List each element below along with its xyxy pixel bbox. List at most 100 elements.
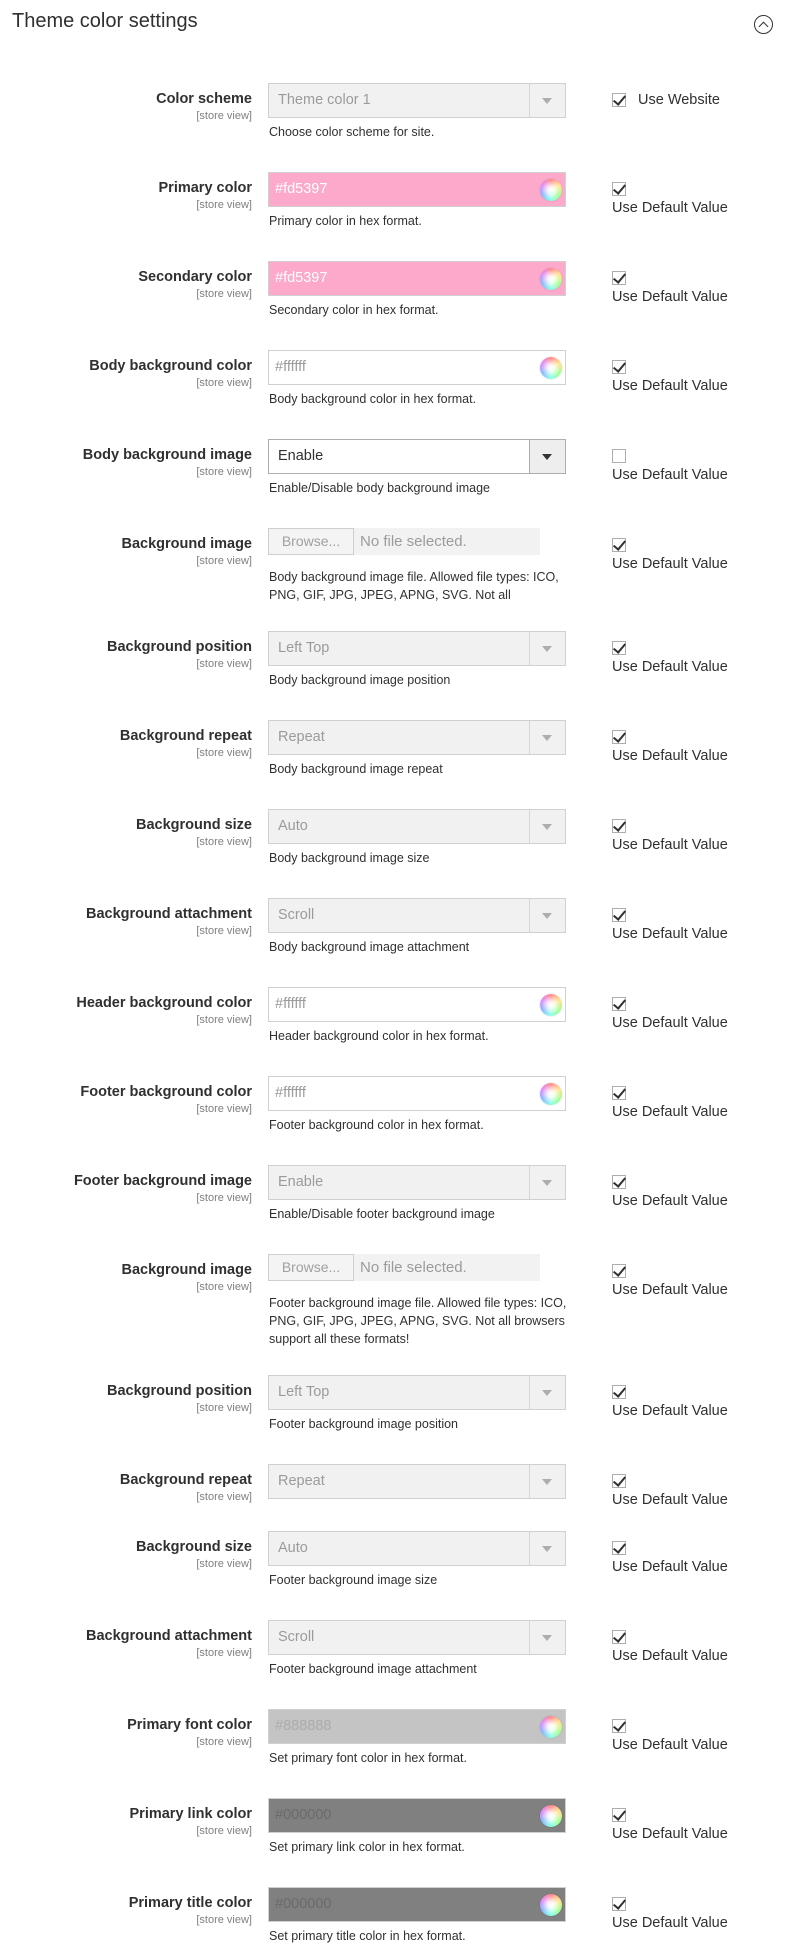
color-picker-icon[interactable] [540,1083,562,1105]
color-value: #fd5397 [275,181,328,197]
color-picker-icon[interactable] [540,1894,562,1916]
checkbox[interactable] [612,908,626,922]
checkbox[interactable] [612,449,626,463]
color-picker-icon[interactable] [540,994,562,1016]
scope-label: [store view] [196,110,252,122]
chevron-down-icon [529,810,565,843]
background-repeat-select[interactable]: Repeat [268,1464,566,1499]
checkbox-label: Use Default Value [612,289,728,305]
chevron-down-icon [529,1166,565,1199]
background-position-select[interactable]: Left Top [268,631,566,666]
field-note: Secondary color in hex format. [269,303,439,317]
color-value: #888888 [275,1718,332,1734]
checkbox[interactable] [612,1630,626,1644]
primary-color-input[interactable]: #fd5397 [268,172,566,207]
checkbox[interactable] [612,1385,626,1399]
body-background-color-input[interactable]: #ffffff [268,350,566,385]
select-value: Enable [278,448,324,464]
checkbox[interactable] [612,819,626,833]
field-label: Background repeat [119,728,252,744]
checkbox-label: Use Default Value [612,200,728,216]
checkbox[interactable] [612,271,626,285]
color-picker-icon[interactable] [540,268,562,290]
secondary-color-input[interactable]: #fd5397 [268,261,566,296]
field-label: Background attachment [86,906,252,922]
chevron-down-icon [529,1532,565,1565]
color-value: #000000 [275,1896,332,1912]
background-repeat-select[interactable]: Repeat [268,720,566,755]
color-picker-icon[interactable] [540,179,562,201]
section-title: Theme color settings [12,10,198,32]
primary-link-color-input[interactable]: #000000 [268,1798,566,1833]
footer-background-color-input[interactable]: #ffffff [268,1076,566,1111]
field-note: Set primary font color in hex format. [269,1751,467,1765]
checkbox[interactable] [612,1175,626,1189]
scope-label: [store view] [196,1103,252,1115]
scope-label: [store view] [196,925,252,937]
field-note: Footer background image position [269,1417,459,1431]
checkbox[interactable] [612,1474,626,1488]
checkbox[interactable] [612,182,626,196]
collapse-chevron-icon[interactable] [754,15,773,34]
background-attachment-select[interactable]: Scroll [268,1620,566,1655]
field-label: Background size [135,817,252,833]
scope-label: [store view] [196,658,252,670]
field-note: Body background color in hex format. [269,392,477,406]
select-value: Scroll [278,1629,315,1645]
scope-label: [store view] [196,1914,252,1926]
file-status: No file selected. [360,533,467,550]
checkbox[interactable] [612,1086,626,1100]
checkbox[interactable] [612,730,626,744]
background-position-select[interactable]: Left Top [268,1375,566,1410]
field-label: Body background color [89,358,252,374]
checkbox[interactable] [612,1719,626,1733]
field-note: Body background image repeat [269,762,443,776]
field-note: Body background image file. Allowed file… [269,570,559,602]
background-image-file-input[interactable]: Browse... No file selected. [268,1254,540,1281]
chevron-down-icon [529,84,565,117]
field-note: Body background image position [269,673,451,687]
scope-label: [store view] [196,466,252,478]
color-picker-icon[interactable] [540,357,562,379]
section-header[interactable]: Theme color settings [0,0,790,50]
field-label: Footer background color [80,1084,252,1100]
scope-label: [store view] [196,1825,252,1837]
checkbox[interactable] [612,538,626,552]
checkbox[interactable] [612,1264,626,1278]
footer-background-image-select[interactable]: Enable [268,1165,566,1200]
color-value: #fd5397 [275,270,328,286]
checkbox[interactable] [612,641,626,655]
checkbox[interactable] [612,93,626,107]
field-note: Footer background image file. Allowed fi… [269,1296,567,1346]
field-label: Primary color [158,180,253,196]
field-note: Body background image attachment [269,940,470,954]
background-image-file-input[interactable]: Browse... No file selected. [268,528,540,555]
primary-font-color-input[interactable]: #888888 [268,1709,566,1744]
checkbox-label: Use Default Value [612,1648,728,1664]
color-scheme-select[interactable]: Theme color 1 [268,83,566,118]
checkbox[interactable] [612,1808,626,1822]
color-picker-icon[interactable] [540,1805,562,1827]
header-background-color-input[interactable]: #ffffff [268,987,566,1022]
scope-label: [store view] [196,1491,252,1503]
select-value: Auto [278,1540,308,1556]
checkbox[interactable] [612,997,626,1011]
primary-title-color-input[interactable]: #000000 [268,1887,566,1922]
checkbox-label: Use Default Value [612,1104,728,1120]
field-note: Set primary link color in hex format. [269,1840,465,1854]
body-background-image-select[interactable]: Enable [268,439,566,474]
background-size-select[interactable]: Auto [268,1531,566,1566]
field-note: Footer background image attachment [269,1662,477,1676]
background-attachment-select[interactable]: Scroll [268,898,566,933]
background-size-select[interactable]: Auto [268,809,566,844]
browse-button[interactable]: Browse... [268,1254,354,1281]
checkbox-label: Use Default Value [612,926,728,942]
browse-button[interactable]: Browse... [268,528,354,555]
checkbox-label: Use Default Value [612,1282,728,1298]
checkbox[interactable] [612,1897,626,1911]
chevron-down-icon [529,1376,565,1409]
color-picker-icon[interactable] [540,1716,562,1738]
checkbox-label: Use Default Value [612,556,728,572]
checkbox[interactable] [612,1541,626,1555]
checkbox[interactable] [612,360,626,374]
